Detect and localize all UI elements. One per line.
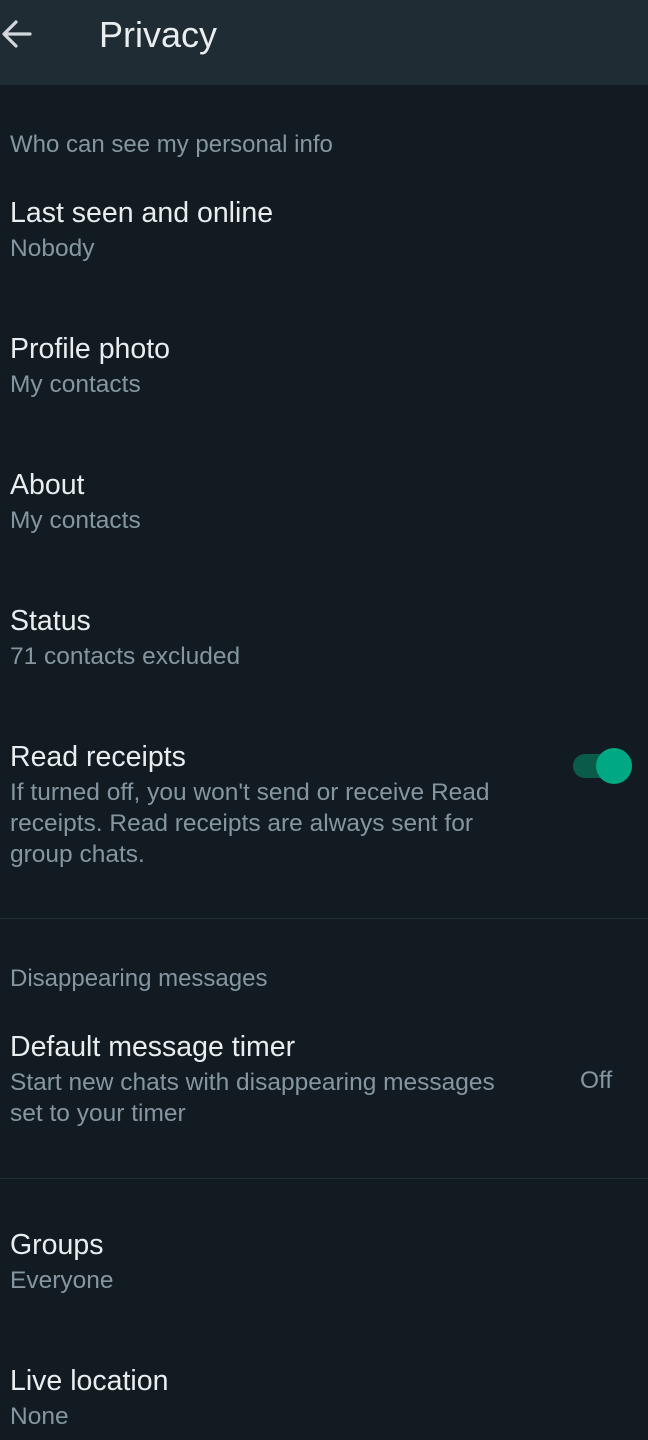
section-label-disappearing: Disappearing messages bbox=[10, 965, 268, 992]
default-timer-description: Start new chats with disappearing messag… bbox=[10, 1069, 495, 1127]
arrow-left-icon bbox=[2, 20, 32, 48]
default-message-timer-setting[interactable]: Default message timer Start new chats wi… bbox=[0, 1029, 648, 1139]
about-value: My contacts bbox=[10, 507, 141, 534]
toggle-thumb bbox=[596, 748, 632, 784]
back-button[interactable] bbox=[0, 14, 36, 54]
read-receipts-setting[interactable]: Read receipts If turned off, you won't s… bbox=[0, 739, 648, 879]
profile-photo-title: Profile photo bbox=[10, 333, 171, 365]
live-location-setting[interactable]: Live location None bbox=[0, 1363, 648, 1440]
status-title: Status bbox=[10, 605, 91, 637]
last-seen-setting[interactable]: Last seen and online Nobody bbox=[0, 195, 648, 275]
profile-photo-setting[interactable]: Profile photo My contacts bbox=[0, 331, 648, 411]
default-timer-value: Off bbox=[580, 1067, 613, 1094]
groups-value: Everyone bbox=[10, 1267, 114, 1294]
page-title: Privacy bbox=[99, 14, 218, 55]
divider bbox=[0, 1178, 648, 1179]
default-timer-title: Default message timer bbox=[10, 1031, 296, 1063]
read-receipts-description: If turned off, you won't send or receive… bbox=[10, 779, 490, 868]
live-location-value: None bbox=[10, 1403, 69, 1430]
last-seen-title: Last seen and online bbox=[10, 197, 274, 229]
divider bbox=[0, 918, 648, 919]
last-seen-value: Nobody bbox=[10, 235, 95, 262]
groups-title: Groups bbox=[10, 1229, 104, 1261]
app-bar: Privacy bbox=[0, 0, 648, 85]
status-value: 71 contacts excluded bbox=[10, 643, 241, 670]
section-label-personal-info: Who can see my personal info bbox=[10, 131, 333, 158]
groups-setting[interactable]: Groups Everyone bbox=[0, 1227, 648, 1307]
read-receipts-toggle[interactable] bbox=[570, 747, 634, 787]
status-setting[interactable]: Status 71 contacts excluded bbox=[0, 603, 648, 683]
about-title: About bbox=[10, 469, 85, 501]
live-location-title: Live location bbox=[10, 1365, 169, 1397]
about-setting[interactable]: About My contacts bbox=[0, 467, 648, 547]
profile-photo-value: My contacts bbox=[10, 371, 141, 398]
read-receipts-title: Read receipts bbox=[10, 741, 186, 773]
